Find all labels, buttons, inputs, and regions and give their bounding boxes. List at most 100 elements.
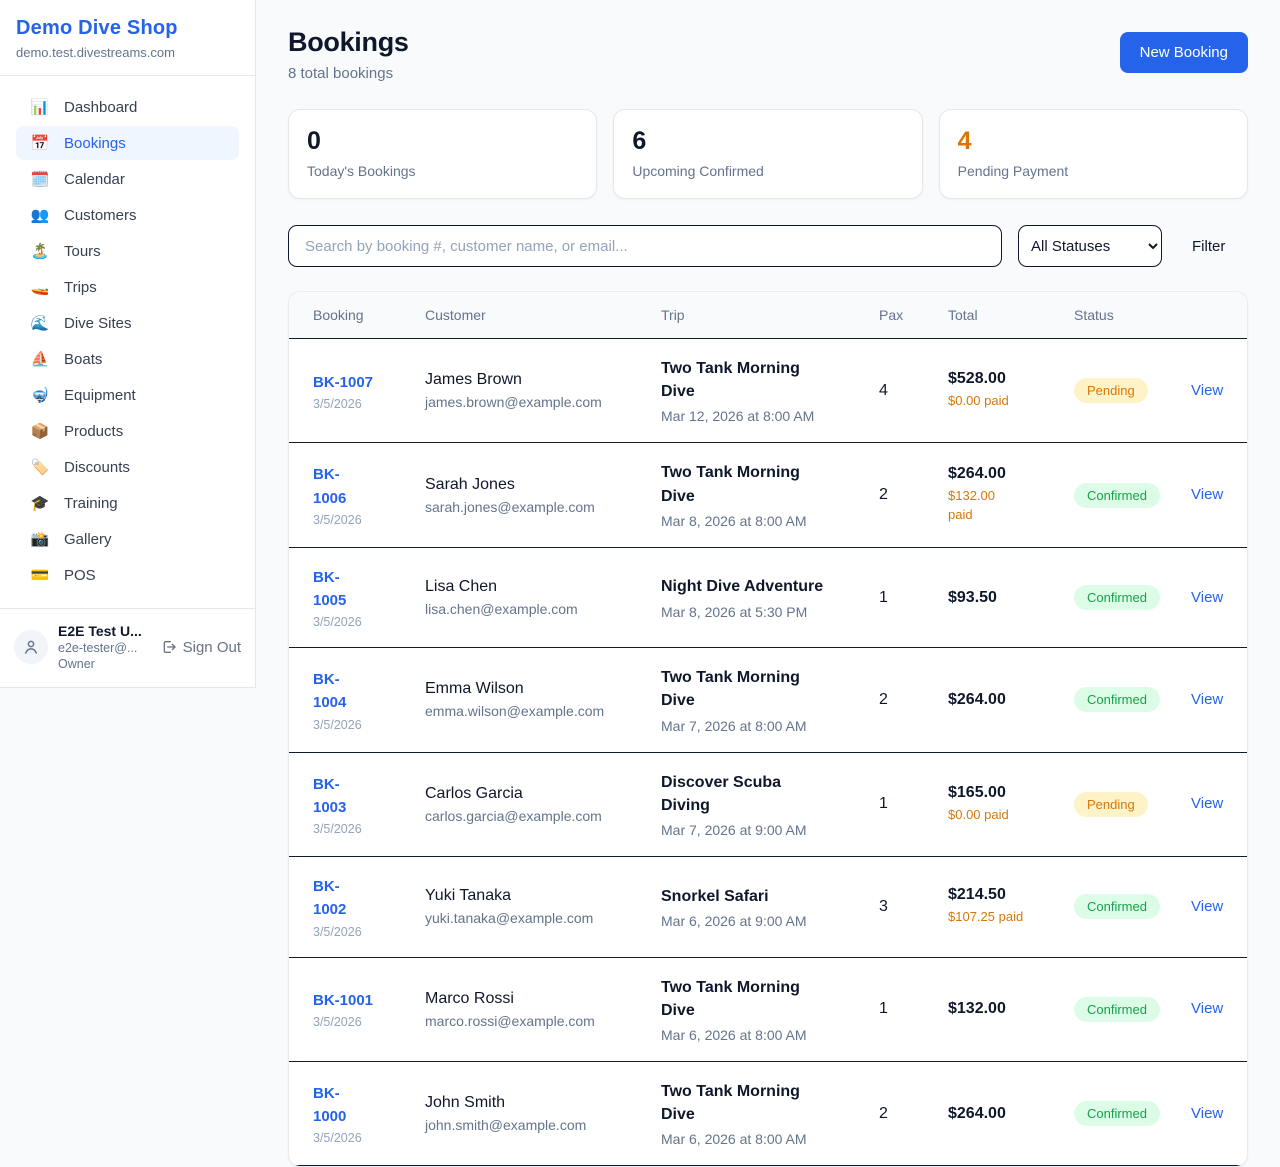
table-row: BK- 1002 3/5/2026 Yuki Tanaka yuki.tanak… (289, 857, 1247, 958)
status-badge: Pending (1074, 792, 1148, 817)
stat-value: 6 (632, 127, 903, 156)
sidebar-nav: 📊 Dashboard 📅 Bookings 🗓️ Calendar 👥 Cus… (0, 76, 255, 608)
trip-cell: Two Tank Morning Dive Mar 6, 2026 at 8:0… (661, 976, 879, 1043)
actions-cell: View (1191, 795, 1223, 813)
table-row: BK-1007 3/5/2026 James Brown james.brown… (289, 339, 1247, 443)
table-row: BK- 1003 3/5/2026 Carlos Garcia carlos.g… (289, 753, 1247, 857)
trip-date: Mar 6, 2026 at 8:00 AM (661, 1131, 879, 1147)
booking-id-link[interactable]: BK-1007 (313, 371, 373, 394)
view-booking-link[interactable]: View (1191, 1000, 1223, 1017)
trip-name: Two Tank Morning Dive (661, 666, 879, 712)
user-section: E2E Test U... e2e-tester@... Owner Sign … (0, 608, 255, 687)
shop-domain: demo.test.divestreams.com (16, 45, 239, 60)
customer-name: John Smith (425, 1094, 661, 1112)
total-cell: $93.50 (948, 589, 1074, 607)
view-booking-link[interactable]: View (1191, 589, 1223, 606)
paid-amount: $0.00 paid (948, 806, 1074, 825)
actions-cell: View (1191, 1000, 1223, 1018)
status-cell: Confirmed (1074, 997, 1191, 1022)
sidebar-item-bookings[interactable]: 📅 Bookings (16, 126, 239, 160)
customer-cell: Sarah Jones sarah.jones@example.com (425, 476, 661, 515)
customer-name: James Brown (425, 371, 661, 389)
customer-cell: John Smith john.smith@example.com (425, 1094, 661, 1133)
table-body: BK-1007 3/5/2026 James Brown james.brown… (289, 339, 1247, 1166)
sidebar-item-training[interactable]: 🎓 Training (16, 486, 239, 520)
boats-icon: ⛵ (30, 350, 50, 368)
sidebar-item-gallery[interactable]: 📸 Gallery (16, 522, 239, 556)
stat-label: Today's Bookings (307, 163, 578, 179)
customers-icon: 👥 (30, 206, 50, 224)
actions-cell: View (1191, 898, 1223, 916)
status-filter-select[interactable]: All Statuses (1018, 225, 1162, 267)
pax-count: 2 (879, 1105, 948, 1123)
status-badge: Pending (1074, 378, 1148, 403)
customer-cell: Marco Rossi marco.rossi@example.com (425, 990, 661, 1029)
total-cell: $264.00 $132.00 paid (948, 465, 1074, 525)
status-badge: Confirmed (1074, 894, 1160, 919)
equipment-icon: 🤿 (30, 386, 50, 404)
search-input[interactable] (288, 225, 1002, 267)
view-booking-link[interactable]: View (1191, 691, 1223, 708)
sidebar-item-boats[interactable]: ⛵ Boats (16, 342, 239, 376)
booking-id-link[interactable]: BK- 1006 (313, 463, 346, 510)
customer-email: sarah.jones@example.com (425, 499, 661, 515)
column-header-pax: Pax (879, 292, 948, 338)
pax-count: 3 (879, 898, 948, 916)
booking-id-link[interactable]: BK- 1003 (313, 773, 346, 820)
status-cell: Confirmed (1074, 894, 1191, 919)
view-booking-link[interactable]: View (1191, 898, 1223, 915)
trip-date: Mar 6, 2026 at 9:00 AM (661, 913, 879, 929)
booking-id-link[interactable]: BK- 1000 (313, 1082, 346, 1129)
view-booking-link[interactable]: View (1191, 486, 1223, 503)
sidebar-item-tours[interactable]: 🏝️ Tours (16, 234, 239, 268)
booking-id-link[interactable]: BK- 1002 (313, 875, 346, 922)
trip-cell: Two Tank Morning Dive Mar 12, 2026 at 8:… (661, 357, 879, 424)
sidebar-item-dashboard[interactable]: 📊 Dashboard (16, 90, 239, 124)
filter-button[interactable]: Filter (1178, 230, 1239, 263)
booking-cell: BK- 1006 3/5/2026 (313, 463, 425, 527)
customer-name: Lisa Chen (425, 578, 661, 596)
sidebar-item-dive-sites[interactable]: 🌊 Dive Sites (16, 306, 239, 340)
new-booking-button[interactable]: New Booking (1120, 32, 1248, 73)
sidebar-item-trips[interactable]: 🚤 Trips (16, 270, 239, 304)
total-bookings-count: 8 total bookings (288, 65, 409, 82)
stat-value: 4 (958, 127, 1229, 156)
booking-id-link[interactable]: BK- 1004 (313, 668, 346, 715)
trip-date: Mar 7, 2026 at 8:00 AM (661, 718, 879, 734)
sidebar-item-label: Trips (64, 279, 97, 296)
paid-amount: $0.00 paid (948, 392, 1074, 411)
bookings-table: Booking Customer Trip Pax Total Status B… (288, 291, 1248, 1167)
status-badge: Confirmed (1074, 483, 1160, 508)
paid-amount: $107.25 paid (948, 908, 1074, 927)
actions-cell: View (1191, 691, 1223, 709)
status-badge: Confirmed (1074, 997, 1160, 1022)
booking-cell: BK- 1002 3/5/2026 (313, 875, 425, 939)
customer-cell: Yuki Tanaka yuki.tanaka@example.com (425, 887, 661, 926)
customer-email: yuki.tanaka@example.com (425, 910, 661, 926)
booking-date: 3/5/2026 (313, 615, 425, 629)
pax-count: 1 (879, 795, 948, 813)
stat-label: Upcoming Confirmed (632, 163, 903, 179)
trip-cell: Two Tank Morning Dive Mar 7, 2026 at 8:0… (661, 666, 879, 733)
sign-out-button[interactable]: Sign Out (161, 639, 241, 656)
sidebar-item-products[interactable]: 📦 Products (16, 414, 239, 448)
view-booking-link[interactable]: View (1191, 795, 1223, 812)
customer-name: Sarah Jones (425, 476, 661, 494)
booking-id-link[interactable]: BK- 1005 (313, 566, 346, 613)
view-booking-link[interactable]: View (1191, 382, 1223, 399)
table-header-row: Booking Customer Trip Pax Total Status (289, 292, 1247, 339)
sidebar-item-label: Bookings (64, 135, 126, 152)
status-cell: Confirmed (1074, 687, 1191, 712)
stats-row: 0 Today's Bookings 6 Upcoming Confirmed … (288, 109, 1248, 199)
view-booking-link[interactable]: View (1191, 1105, 1223, 1122)
sidebar-item-calendar[interactable]: 🗓️ Calendar (16, 162, 239, 196)
booking-id-link[interactable]: BK-1001 (313, 989, 373, 1012)
customer-cell: Emma Wilson emma.wilson@example.com (425, 680, 661, 719)
trip-name: Two Tank Morning Dive (661, 1080, 879, 1126)
sidebar-item-customers[interactable]: 👥 Customers (16, 198, 239, 232)
booking-cell: BK- 1005 3/5/2026 (313, 566, 425, 630)
sidebar-item-pos[interactable]: 💳 POS (16, 558, 239, 592)
sidebar-item-equipment[interactable]: 🤿 Equipment (16, 378, 239, 412)
sidebar-item-discounts[interactable]: 🏷️ Discounts (16, 450, 239, 484)
column-header-booking: Booking (313, 292, 425, 338)
